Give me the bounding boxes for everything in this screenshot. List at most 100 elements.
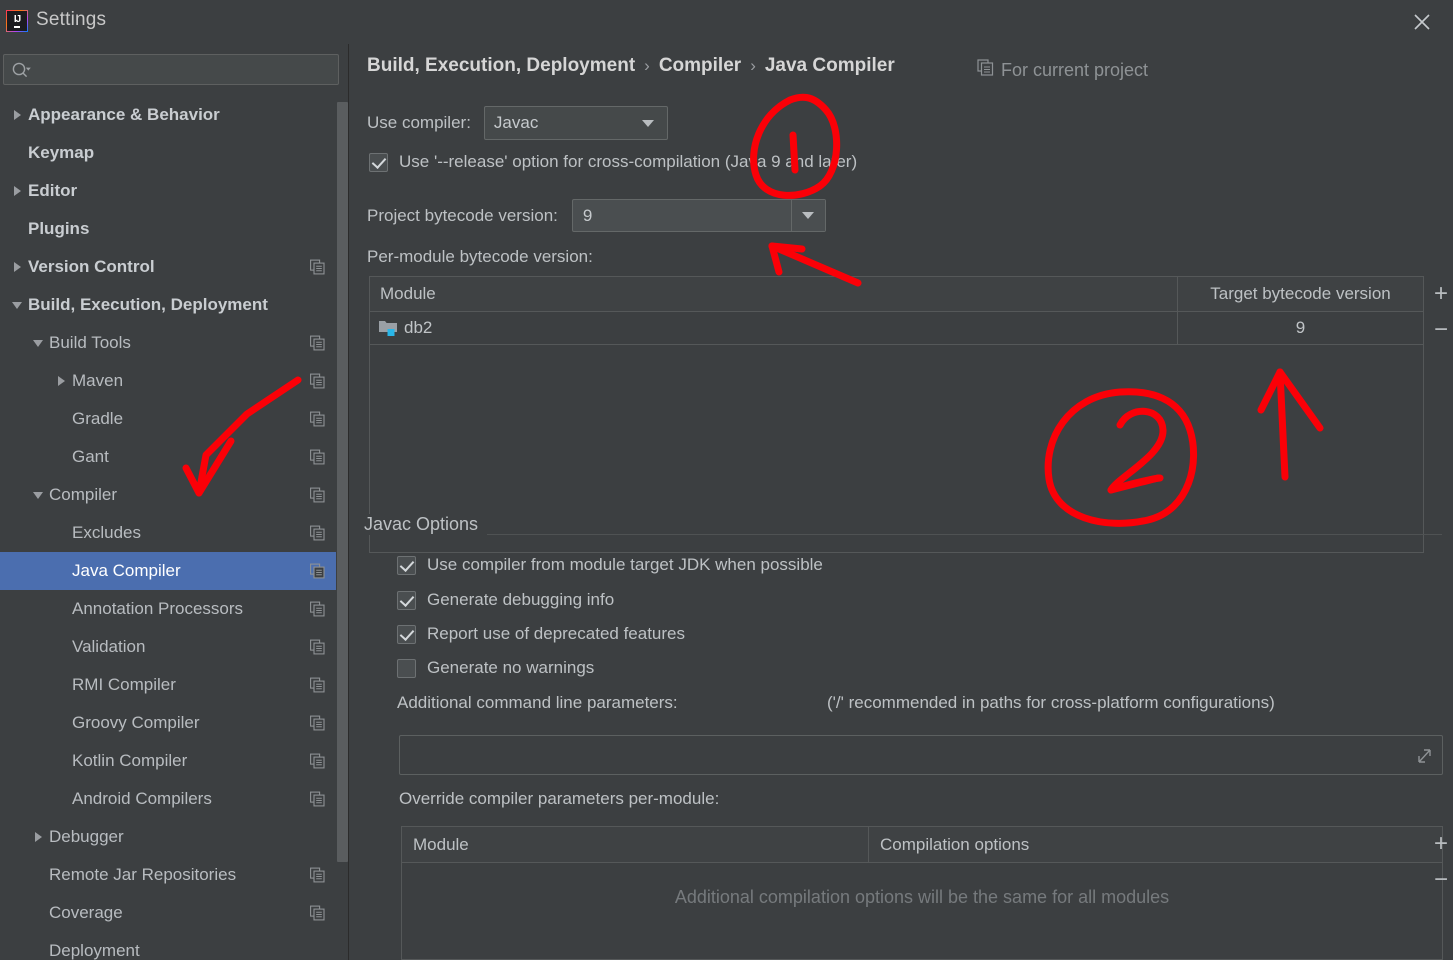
copy-settings-icon[interactable] xyxy=(310,601,325,617)
table-row[interactable]: db2 9 xyxy=(370,312,1423,345)
sidebar-item-rmi-compiler[interactable]: RMI Compiler xyxy=(0,666,348,704)
copy-settings-icon[interactable] xyxy=(310,753,325,769)
use-compiler-row: Use compiler: Javac xyxy=(367,106,668,140)
copy-settings-icon[interactable] xyxy=(310,525,325,541)
sidebar-item-groovy-compiler[interactable]: Groovy Compiler xyxy=(0,704,348,742)
sidebar-item-gradle[interactable]: Gradle xyxy=(0,400,348,438)
sidebar-item-label: Android Compilers xyxy=(72,789,212,808)
sidebar-item-java-compiler[interactable]: Java Compiler xyxy=(0,552,348,590)
sidebar-item-kotlin-compiler[interactable]: Kotlin Compiler xyxy=(0,742,348,780)
copy-settings-icon[interactable] xyxy=(310,563,325,579)
sidebar-item-label: Appearance & Behavior xyxy=(28,105,220,124)
target-bytecode-cell[interactable]: 9 xyxy=(1178,312,1423,344)
remove-module-button[interactable]: − xyxy=(1425,312,1453,348)
expand-icon[interactable] xyxy=(1410,745,1436,774)
chevron-right-icon[interactable] xyxy=(10,260,24,274)
chevron-right-icon[interactable] xyxy=(10,184,24,198)
sidebar-item-appearance-behavior[interactable]: Appearance & Behavior xyxy=(0,96,348,134)
breadcrumb-part-3[interactable]: Java Compiler xyxy=(765,55,895,77)
sidebar-item-label: Editor xyxy=(28,181,78,200)
add-module-button[interactable]: + xyxy=(1425,276,1453,312)
chevron-down-icon[interactable] xyxy=(31,336,45,350)
option-deprecated-label: Report use of deprecated features xyxy=(427,624,685,643)
breadcrumb-part-2[interactable]: Compiler xyxy=(659,55,741,77)
option-debugging-info-checkbox[interactable] xyxy=(397,590,416,610)
sidebar-item-build-execution-deployment[interactable]: Build, Execution, Deployment xyxy=(0,286,348,324)
sidebar-scrollbar-thumb[interactable] xyxy=(337,102,348,862)
copy-settings-icon[interactable] xyxy=(310,373,325,389)
sidebar-item-excludes[interactable]: Excludes xyxy=(0,514,348,552)
module-table-header: Module Target bytecode version xyxy=(370,277,1423,312)
chevron-right-icon[interactable] xyxy=(10,108,24,122)
copy-settings-icon[interactable] xyxy=(310,905,325,921)
override-table-col-module[interactable]: Module xyxy=(402,827,869,862)
override-table-buttons: + − xyxy=(1425,826,1453,898)
release-option-row: Use '--release' option for cross-compila… xyxy=(369,152,857,172)
module-table-col-module[interactable]: Module xyxy=(370,277,1178,311)
search-input[interactable] xyxy=(31,60,338,79)
chevron-right-icon[interactable] xyxy=(31,830,45,844)
breadcrumb-separator-1: › xyxy=(644,56,650,75)
breadcrumb-part-1[interactable]: Build, Execution, Deployment xyxy=(367,55,635,77)
sidebar-item-editor[interactable]: Editor xyxy=(0,172,348,210)
sidebar-item-label: Validation xyxy=(72,637,146,656)
copy-settings-icon[interactable] xyxy=(310,715,325,731)
close-icon[interactable] xyxy=(1405,6,1439,38)
project-bytecode-chevron-down-icon[interactable] xyxy=(790,200,825,231)
additional-params-input[interactable] xyxy=(399,735,1443,775)
copy-settings-icon[interactable] xyxy=(310,791,325,807)
sidebar-item-label: Plugins xyxy=(28,219,90,238)
option-deprecated-checkbox[interactable] xyxy=(397,624,416,644)
sidebar-item-keymap[interactable]: Keymap xyxy=(0,134,348,172)
remove-override-button[interactable]: − xyxy=(1425,862,1453,898)
option-no-warnings-checkbox[interactable] xyxy=(397,658,416,678)
copy-settings-icon[interactable] xyxy=(310,677,325,693)
project-bytecode-label: Project bytecode version: xyxy=(367,205,558,225)
sidebar-item-annotation-processors[interactable]: Annotation Processors xyxy=(0,590,348,628)
sidebar-item-label: RMI Compiler xyxy=(72,675,176,694)
option-debugging-info-label: Generate debugging info xyxy=(427,590,615,609)
release-option-checkbox[interactable] xyxy=(369,152,388,172)
add-override-button[interactable]: + xyxy=(1425,826,1453,862)
option-use-module-jdk-checkbox[interactable] xyxy=(397,555,416,575)
sidebar-item-maven[interactable]: Maven xyxy=(0,362,348,400)
sidebar-item-compiler[interactable]: Compiler xyxy=(0,476,348,514)
module-bytecode-table: Module Target bytecode version db2 9 xyxy=(369,276,1424,553)
sidebar-item-coverage[interactable]: Coverage xyxy=(0,894,348,932)
copy-settings-icon[interactable] xyxy=(310,639,325,655)
sidebar-item-plugins[interactable]: Plugins xyxy=(0,210,348,248)
sidebar-item-label: Compiler xyxy=(49,485,118,504)
sidebar-item-version-control[interactable]: Version Control xyxy=(0,248,348,286)
use-compiler-select[interactable]: Javac xyxy=(483,106,668,140)
chevron-down-icon[interactable] xyxy=(10,298,24,312)
chevron-down-icon[interactable] xyxy=(31,488,45,502)
title-bar: IJ Settings xyxy=(0,0,1453,44)
chevron-right-icon[interactable] xyxy=(54,374,68,388)
module-cell[interactable]: db2 xyxy=(370,312,1178,344)
sidebar-item-gant[interactable]: Gant xyxy=(0,438,348,476)
sidebar-item-android-compilers[interactable]: Android Compilers xyxy=(0,780,348,818)
search-field[interactable] xyxy=(3,54,339,85)
option-debugging-info-row: Generate debugging info xyxy=(397,590,614,610)
sidebar-item-debugger[interactable]: Debugger xyxy=(0,818,348,856)
javac-options-title: Javac Options xyxy=(364,514,488,535)
use-compiler-label: Use compiler: xyxy=(367,113,471,132)
override-params-label: Override compiler parameters per-module: xyxy=(399,789,720,808)
for-current-project[interactable]: For current project xyxy=(977,59,1148,81)
project-bytecode-select[interactable]: 9 xyxy=(571,199,826,232)
copy-settings-icon[interactable] xyxy=(310,259,325,275)
module-table-col-target[interactable]: Target bytecode version xyxy=(1178,277,1423,311)
sidebar-item-remote-jar-repositories[interactable]: Remote Jar Repositories xyxy=(0,856,348,894)
chevron-down-icon[interactable] xyxy=(629,107,667,139)
sidebar-item-build-tools[interactable]: Build Tools xyxy=(0,324,348,362)
copy-settings-icon[interactable] xyxy=(310,449,325,465)
copy-settings-icon[interactable] xyxy=(310,335,325,351)
copy-settings-icon[interactable] xyxy=(310,411,325,427)
copy-settings-icon[interactable] xyxy=(310,487,325,503)
override-table-col-options[interactable]: Compilation options xyxy=(869,827,1442,862)
module-table-buttons: + − xyxy=(1425,276,1453,348)
copy-settings-icon[interactable] xyxy=(310,867,325,883)
sidebar-item-validation[interactable]: Validation xyxy=(0,628,348,666)
sidebar-item-deployment[interactable]: Deployment xyxy=(0,932,348,960)
module-name: db2 xyxy=(404,318,433,337)
